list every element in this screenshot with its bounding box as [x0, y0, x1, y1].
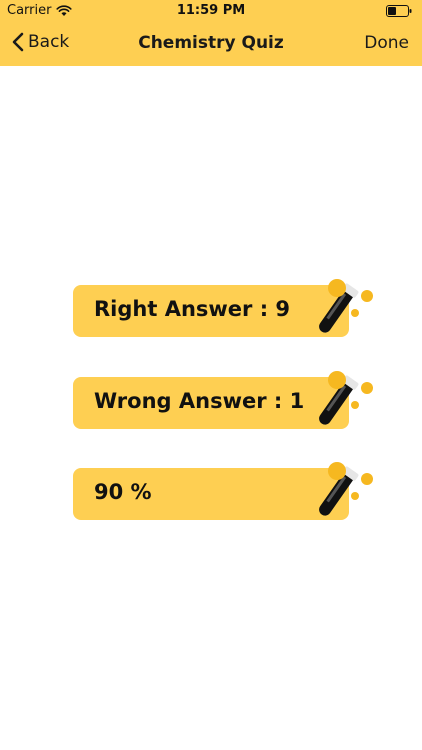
header: Carrier 11:59 PM Back Chemistry Quiz Don… — [0, 0, 422, 66]
test-tube-icon — [319, 279, 373, 333]
navigation-bar: Back Chemistry Quiz Done — [0, 22, 422, 66]
page-title: Chemistry Quiz — [138, 33, 284, 53]
right-answer-card: Right Answer : 9 — [73, 285, 349, 337]
test-tube-icon — [319, 462, 373, 516]
wrong-answer-label: Wrong Answer : 1 — [94, 389, 305, 413]
status-bar: Carrier 11:59 PM — [0, 0, 422, 22]
score-percent-card: 90 % — [73, 468, 349, 520]
battery-icon — [386, 5, 412, 17]
test-tube-icon — [319, 371, 373, 425]
done-button[interactable]: Done — [364, 33, 409, 53]
wrong-answer-card: Wrong Answer : 1 — [73, 377, 349, 429]
clock: 11:59 PM — [176, 3, 246, 18]
right-answer-label: Right Answer : 9 — [94, 297, 291, 321]
score-percent-label: 90 % — [94, 480, 152, 504]
